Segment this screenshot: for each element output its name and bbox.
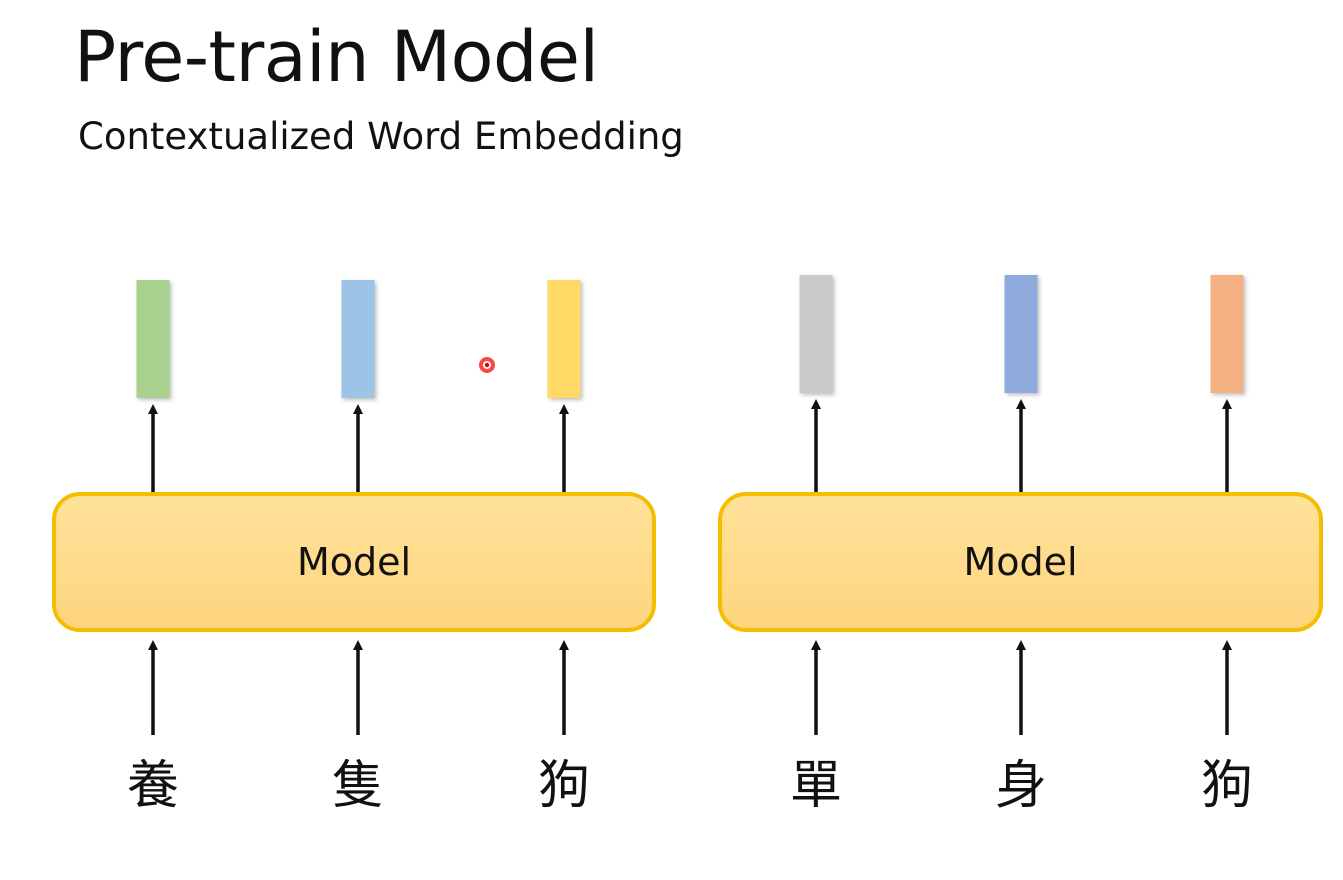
laser-pointer-icon: [479, 357, 495, 373]
embedding-vector: [799, 275, 833, 393]
embedding-diagram: Model 養 隻 狗 Model 單 身 狗: [52, 275, 1323, 816]
embedding-vector: [136, 280, 170, 398]
model-group-2: Model 單 身 狗: [718, 275, 1323, 816]
model-group-1: Model 養 隻 狗: [52, 280, 656, 816]
token-label: 養: [127, 756, 179, 816]
token-label: 隻: [332, 756, 384, 816]
embedding-vector: [547, 280, 581, 398]
embedding-vector: [1210, 275, 1244, 393]
token-label: 單: [790, 756, 842, 816]
embedding-vector: [341, 280, 375, 398]
embedding-vector: [1004, 275, 1038, 393]
token-label: 身: [995, 756, 1047, 816]
model-label: Model: [963, 540, 1077, 584]
token-label: 狗: [1201, 756, 1253, 816]
model-label: Model: [297, 540, 411, 584]
token-label: 狗: [538, 756, 590, 816]
